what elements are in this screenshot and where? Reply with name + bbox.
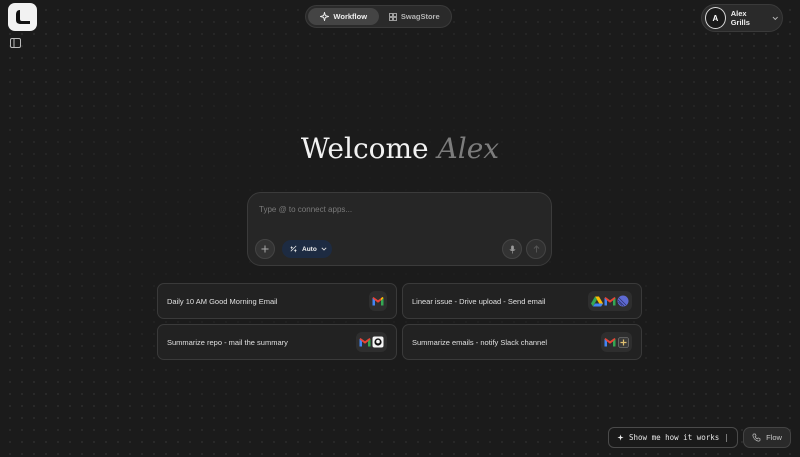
plus-icon bbox=[261, 245, 269, 253]
tab-swagstore[interactable]: SwagStore bbox=[379, 8, 449, 25]
suggestion-label: Linear issue - Drive upload - Send email bbox=[412, 296, 546, 306]
send-button[interactable] bbox=[526, 239, 546, 259]
mode-label: Auto bbox=[302, 245, 317, 253]
mode-selector[interactable]: Auto bbox=[282, 240, 332, 258]
microphone-icon bbox=[509, 244, 515, 254]
google-drive-icon bbox=[591, 295, 603, 307]
user-menu-button[interactable]: A Alex Grills bbox=[701, 4, 783, 32]
text-cursor: | bbox=[724, 433, 729, 442]
sparkle-icon bbox=[617, 434, 624, 441]
avatar: A bbox=[705, 7, 726, 29]
welcome-user-name: Alex bbox=[437, 132, 500, 165]
app-icons bbox=[369, 291, 387, 311]
sidebar-toggle-button[interactable] bbox=[10, 35, 21, 48]
tab-label: Workflow bbox=[333, 12, 368, 21]
welcome-heading: Welcome Alex bbox=[0, 132, 800, 165]
app-icons bbox=[588, 291, 632, 311]
chevron-down-icon bbox=[773, 16, 779, 20]
add-attachment-button[interactable] bbox=[255, 239, 275, 259]
chevron-down-icon bbox=[321, 247, 327, 251]
arrow-up-icon bbox=[533, 245, 539, 253]
slack-icon bbox=[617, 336, 629, 348]
logo-icon bbox=[15, 10, 30, 24]
suggestion-card[interactable]: Summarize emails - notify Slack channel bbox=[402, 324, 642, 360]
flow-label: Flow bbox=[766, 433, 782, 442]
linear-icon bbox=[617, 295, 629, 307]
tab-label: SwagStore bbox=[400, 12, 440, 21]
suggestion-card[interactable]: Daily 10 AM Good Morning Email bbox=[157, 283, 397, 319]
sparkle-icon bbox=[289, 245, 298, 253]
flow-button[interactable]: Flow bbox=[743, 427, 791, 448]
gmail-icon bbox=[604, 295, 616, 307]
app-logo[interactable] bbox=[8, 3, 37, 31]
app-icons bbox=[601, 332, 632, 352]
tab-workflow[interactable]: Workflow bbox=[308, 8, 380, 25]
suggestion-card[interactable]: Summarize repo - mail the summary bbox=[157, 324, 397, 360]
gmail-icon bbox=[604, 336, 616, 348]
suggestion-card[interactable]: Linear issue - Drive upload - Send email bbox=[402, 283, 642, 319]
workflow-icon bbox=[320, 12, 330, 21]
gmail-icon bbox=[372, 295, 384, 307]
suggestion-label: Summarize emails - notify Slack channel bbox=[412, 337, 548, 347]
phone-icon bbox=[752, 433, 761, 442]
sidebar-panel-icon bbox=[10, 38, 21, 48]
voice-input-button[interactable] bbox=[502, 239, 522, 259]
store-icon bbox=[388, 12, 397, 21]
gmail-icon bbox=[359, 336, 371, 348]
top-nav-tabs: Workflow SwagStore bbox=[305, 5, 452, 28]
show-me-how-button[interactable]: Show me how it works | bbox=[608, 427, 738, 448]
suggestion-label: Summarize repo - mail the summary bbox=[167, 337, 288, 347]
welcome-greeting: Welcome bbox=[300, 132, 429, 165]
prompt-input[interactable] bbox=[259, 202, 539, 216]
user-name: Alex Grills bbox=[730, 9, 750, 27]
show-me-label: Show me how it works bbox=[629, 433, 720, 442]
app-icons bbox=[356, 332, 387, 352]
github-icon bbox=[372, 336, 384, 348]
suggestion-label: Daily 10 AM Good Morning Email bbox=[167, 296, 278, 306]
